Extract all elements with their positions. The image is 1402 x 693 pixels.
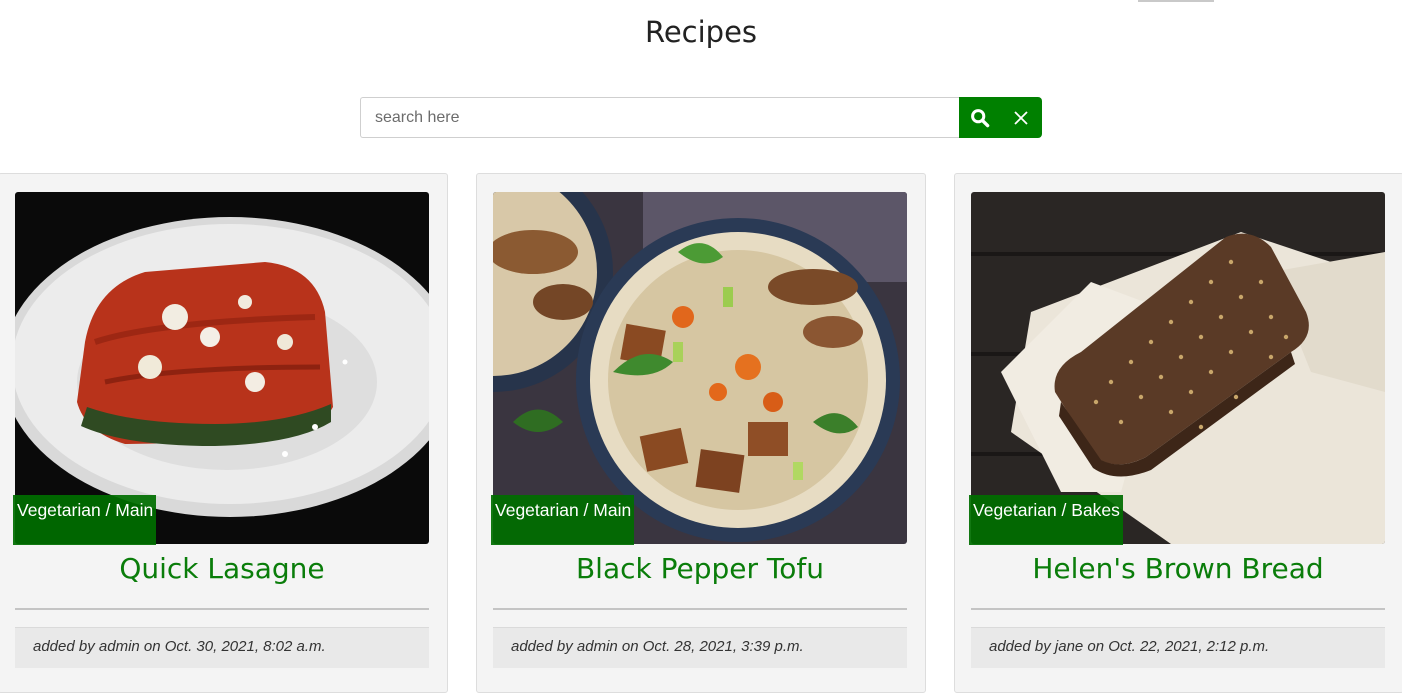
search-button-group (959, 97, 1042, 138)
recipe-title[interactable]: Black Pepper Tofu (493, 552, 907, 585)
category-badge[interactable]: Vegetarian / Main (13, 495, 157, 545)
recipe-card[interactable]: Vegetarian / Bakes Helen's Brown Bread a… (954, 173, 1402, 693)
recipe-meta: added by jane on Oct. 22, 2021, 2:12 p.m… (971, 627, 1385, 668)
recipe-card[interactable]: Vegetarian / Main Black Pepper Tofu adde… (476, 173, 926, 693)
page-title: Recipes (644, 15, 758, 49)
recipe-image[interactable] (971, 192, 1385, 544)
recipe-image[interactable] (493, 192, 907, 544)
recipe-title[interactable]: Helen's Brown Bread (971, 552, 1385, 585)
divider (493, 608, 907, 610)
top-tab-indicator (1138, 0, 1214, 2)
close-icon (1013, 110, 1028, 125)
divider (15, 608, 429, 610)
category-badge[interactable]: Vegetarian / Bakes (969, 495, 1123, 545)
recipe-meta: added by admin on Oct. 28, 2021, 3:39 p.… (493, 627, 907, 668)
recipe-card-list: Vegetarian / Main Quick Lasagne added by… (0, 173, 1402, 693)
search-input[interactable] (360, 97, 959, 138)
search-button[interactable] (959, 97, 1000, 138)
recipe-card[interactable]: Vegetarian / Main Quick Lasagne added by… (0, 173, 448, 693)
recipe-image[interactable] (15, 192, 429, 544)
search-icon (970, 108, 989, 127)
divider (971, 608, 1385, 610)
clear-search-button[interactable] (1000, 97, 1041, 138)
search-bar (360, 97, 1042, 138)
recipe-meta: added by admin on Oct. 30, 2021, 8:02 a.… (15, 627, 429, 668)
recipe-title[interactable]: Quick Lasagne (15, 552, 429, 585)
category-badge[interactable]: Vegetarian / Main (491, 495, 635, 545)
